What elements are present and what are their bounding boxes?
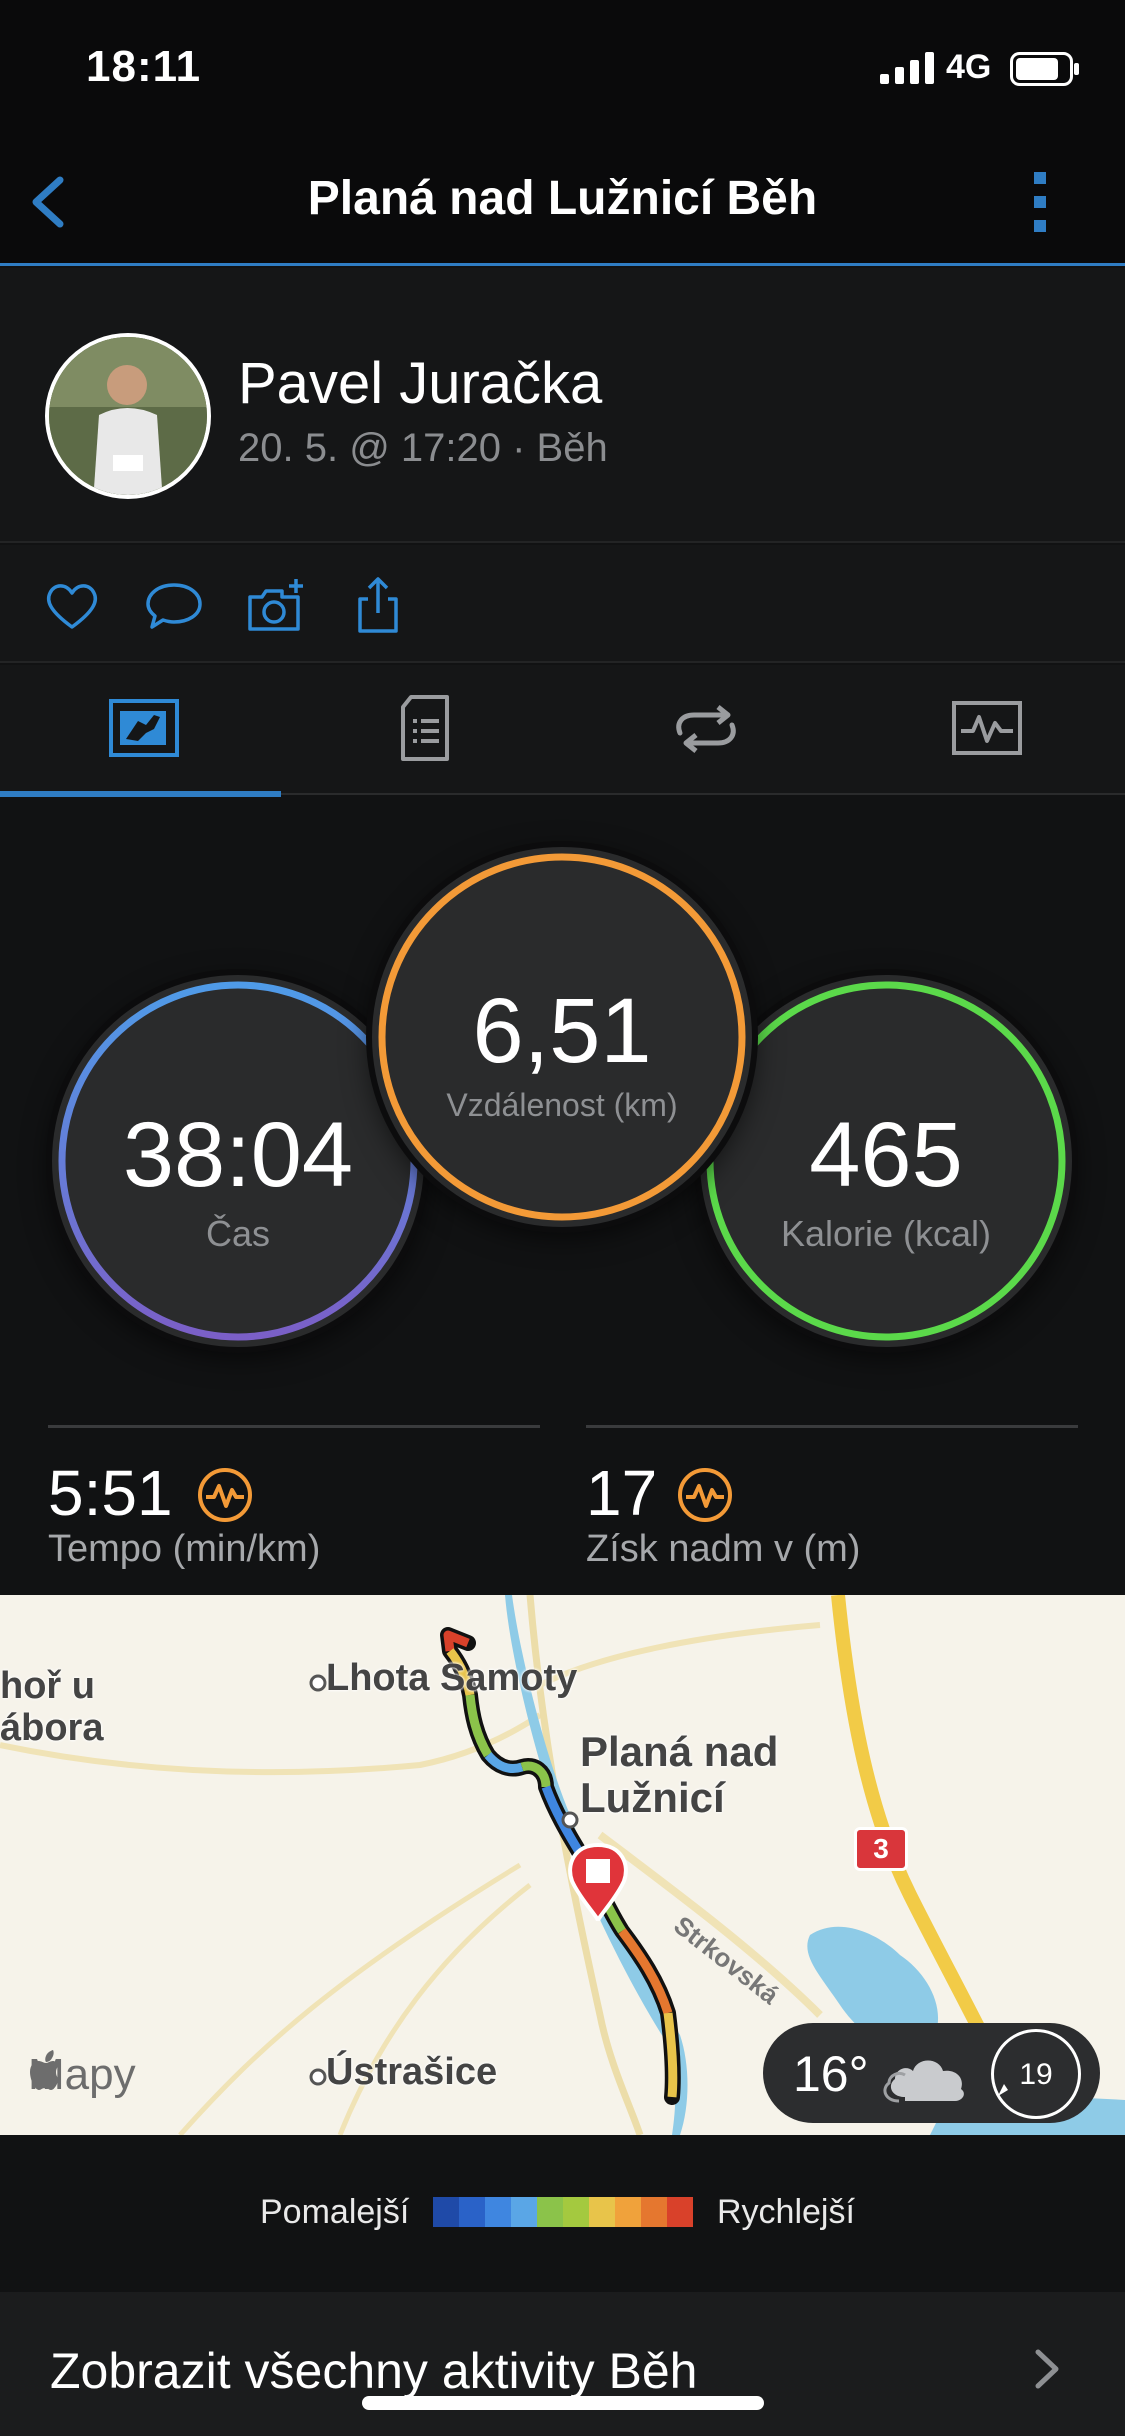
tab-charts[interactable] — [843, 665, 1124, 795]
status-bar: 18:11 4G — [0, 0, 1125, 140]
avatar[interactable] — [45, 333, 211, 499]
elevation-label: Získ nadm v (m) — [586, 1528, 861, 1570]
apple-logo-icon — [30, 2050, 60, 2090]
laps-icon — [676, 705, 736, 753]
navigation-bar: Planá nad Lužnicí Běh — [0, 140, 1125, 266]
legend-swatch — [667, 2197, 693, 2227]
share-icon[interactable] — [346, 575, 410, 635]
home-indicator[interactable] — [362, 2396, 764, 2410]
distance-label: Vzdálenost (km) — [446, 1087, 678, 1123]
heart-icon[interactable] — [40, 575, 104, 635]
status-time: 18:11 — [86, 42, 202, 91]
weather-temp: 16° — [793, 2046, 869, 2102]
chart-icon — [952, 701, 1022, 755]
activity-owner[interactable]: Pavel Juračka 20. 5. @ 17:20 · Běh — [0, 268, 1125, 543]
elevation-value: 17 — [586, 1457, 658, 1529]
map-label-ustrasice: Ústrašice — [326, 2051, 498, 2093]
legend-swatch — [537, 2197, 563, 2227]
view-all-activities-link[interactable]: Zobrazit všechny aktivity Běh — [0, 2292, 1125, 2436]
page-title: Planá nad Lužnicí Běh — [307, 172, 818, 225]
elevation-metric: 17 Získ nadm v (m) — [586, 1425, 1078, 1575]
speed-legend: Pomalejší Rychlejší — [0, 2135, 1125, 2290]
view-all-label: Zobrazit všechny aktivity Běh — [50, 2343, 698, 2399]
legend-swatch — [459, 2197, 485, 2227]
legend-faster: Rychlejší — [717, 2193, 855, 2231]
map-label-plana: Planá nad Lužnicí — [580, 1728, 779, 1821]
add-photo-icon[interactable] — [244, 575, 308, 635]
legend-swatch — [433, 2197, 459, 2227]
time-ring: 38:04 Čas — [52, 975, 424, 1347]
elevation-activity-icon[interactable] — [676, 1466, 734, 1524]
legend-color-scale — [433, 2197, 693, 2227]
tab-overview[interactable] — [0, 665, 281, 797]
pace-value: 5:51 — [48, 1457, 173, 1529]
tab-details[interactable] — [281, 665, 562, 795]
legend-swatch — [485, 2197, 511, 2227]
weather-badge: 16° 19 — [763, 2023, 1100, 2123]
tab-bar — [0, 665, 1125, 797]
route-map[interactable]: hoř u ábora Lhota Samoty Planá nad Lužni… — [0, 1595, 1125, 2135]
document-icon — [401, 695, 449, 761]
cloud-icon — [883, 2060, 964, 2103]
time-label: Čas — [205, 1213, 271, 1254]
comment-icon[interactable] — [142, 575, 206, 635]
calories-label: Kalorie (kcal) — [780, 1213, 992, 1254]
calories-value: 465 — [809, 1104, 963, 1206]
wind-speed: 19 — [1019, 2058, 1053, 2091]
maps-brand: Mapy — [28, 2050, 136, 2100]
battery-icon — [1010, 52, 1079, 86]
signal-icon — [880, 52, 934, 84]
distance-ring: 6,51 Vzdálenost (km) — [372, 847, 752, 1227]
distance-value: 6,51 — [472, 980, 652, 1082]
legend-slower: Pomalejší — [260, 2193, 410, 2231]
action-bar — [0, 545, 1125, 663]
summary-icon — [109, 699, 179, 757]
legend-swatch — [641, 2197, 667, 2227]
road-number-badge: 3 — [854, 1827, 908, 1871]
legend-swatch — [589, 2197, 615, 2227]
calories-ring: 465 Kalorie (kcal) — [700, 975, 1072, 1347]
tab-laps[interactable] — [562, 665, 843, 795]
legend-swatch — [511, 2197, 537, 2227]
legend-swatch — [563, 2197, 589, 2227]
map-label-town: hoř u ábora — [0, 1665, 104, 1749]
network-type: 4G — [946, 48, 992, 86]
map-label-lhota: Lhota Samoty — [326, 1657, 578, 1699]
athlete-name: Pavel Juračka — [238, 351, 603, 416]
legend-swatch — [615, 2197, 641, 2227]
activity-date-type: 20. 5. @ 17:20 · Běh — [238, 426, 608, 470]
more-options-icon[interactable] — [1020, 162, 1060, 242]
pace-label: Tempo (min/km) — [48, 1528, 321, 1570]
pace-activity-icon[interactable] — [196, 1466, 254, 1524]
pace-metric: 5:51 Tempo (min/km) — [48, 1425, 540, 1575]
time-value: 38:04 — [122, 1104, 354, 1206]
wind-indicator: 19 — [991, 2029, 1081, 2119]
chevron-right-icon — [1035, 2349, 1059, 2389]
